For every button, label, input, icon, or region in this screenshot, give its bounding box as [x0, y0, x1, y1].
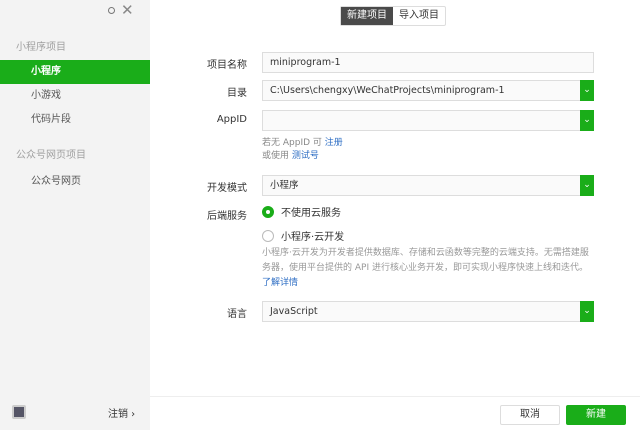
create-button[interactable]: 新建 [566, 405, 626, 425]
close-icon[interactable]: ✕ [121, 3, 134, 18]
directory-label: 目录 [227, 88, 247, 99]
dev-mode-label: 开发模式 [207, 183, 247, 194]
learn-more-link[interactable]: 了解详情 [262, 278, 298, 288]
footer: 取消 新建 [150, 396, 640, 430]
section-title-official-account: 公众号网页项目 [16, 150, 86, 161]
radio-cloud-dev-label: 小程序·云开发 [281, 232, 345, 243]
language-label: 语言 [227, 309, 247, 320]
tab-new-project[interactable]: 新建项目 [341, 7, 393, 25]
register-link[interactable]: 注册 [325, 138, 343, 148]
section-title-miniprogram: 小程序项目 [16, 42, 66, 53]
window-controls: ✕ [108, 3, 134, 18]
sidebar-item-official-web[interactable]: 公众号网页 [0, 170, 150, 194]
cloud-description: 小程序·云开发为开发者提供数据库、存储和云函数等完整的云端支持。无需搭建服务器，… [262, 246, 596, 291]
radio-unselected-icon [262, 229, 274, 242]
appid-label: AppID [216, 114, 247, 125]
radio-no-cloud-label: 不使用云服务 [281, 208, 341, 219]
appid-input[interactable]: ⌄ [262, 110, 594, 131]
directory-select[interactable]: C:\Users\chengxy\WeChatProjects\miniprog… [262, 80, 594, 101]
cloud-description-text: 小程序·云开发为开发者提供数据库、存储和云函数等完整的云端支持。无需搭建服务器，… [262, 248, 589, 273]
logout-link[interactable]: 注销 › [108, 405, 135, 420]
sidebar: ✕ 小程序项目 小程序 小游戏 代码片段 公众号网页项目 公众号网页 注销 › [0, 0, 150, 430]
language-select[interactable]: JavaScript ⌄ [262, 301, 594, 322]
settings-icon[interactable] [108, 6, 115, 14]
test-account-link[interactable]: 测试号 [292, 151, 319, 161]
avatar[interactable] [12, 405, 26, 419]
cancel-button[interactable]: 取消 [500, 405, 560, 425]
appid-hint-prefix: 若无 AppID 可 [262, 138, 322, 148]
tab-import-project[interactable]: 导入项目 [393, 7, 445, 25]
sidebar-item-miniprogram[interactable]: 小程序 [0, 60, 150, 84]
project-name-label: 项目名称 [207, 60, 247, 71]
dev-mode-value: 小程序 [270, 180, 299, 191]
chevron-down-icon[interactable]: ⌄ [580, 175, 594, 196]
radio-selected-icon [262, 205, 274, 218]
project-name-input[interactable]: miniprogram-1 [262, 52, 594, 73]
chevron-down-icon[interactable]: ⌄ [580, 301, 594, 322]
dev-mode-select[interactable]: 小程序 ⌄ [262, 175, 594, 196]
chevron-down-icon[interactable]: ⌄ [580, 80, 594, 101]
backend-label: 后端服务 [207, 211, 247, 222]
directory-value: C:\Users\chengxy\WeChatProjects\miniprog… [270, 85, 505, 96]
appid-hint-or: 或使用 [262, 151, 290, 161]
language-value: JavaScript [270, 306, 318, 317]
appid-hint: 若无 AppID 可 注册 或使用 测试号 [262, 137, 343, 163]
radio-cloud-dev[interactable]: 小程序·云开发 [262, 228, 344, 243]
radio-no-cloud[interactable]: 不使用云服务 [262, 204, 341, 219]
sidebar-item-code-snippet[interactable]: 代码片段 [0, 108, 150, 132]
chevron-down-icon[interactable]: ⌄ [580, 110, 594, 131]
sidebar-item-minigame[interactable]: 小游戏 [0, 84, 150, 108]
project-tabs: 新建项目 导入项目 [340, 6, 446, 26]
